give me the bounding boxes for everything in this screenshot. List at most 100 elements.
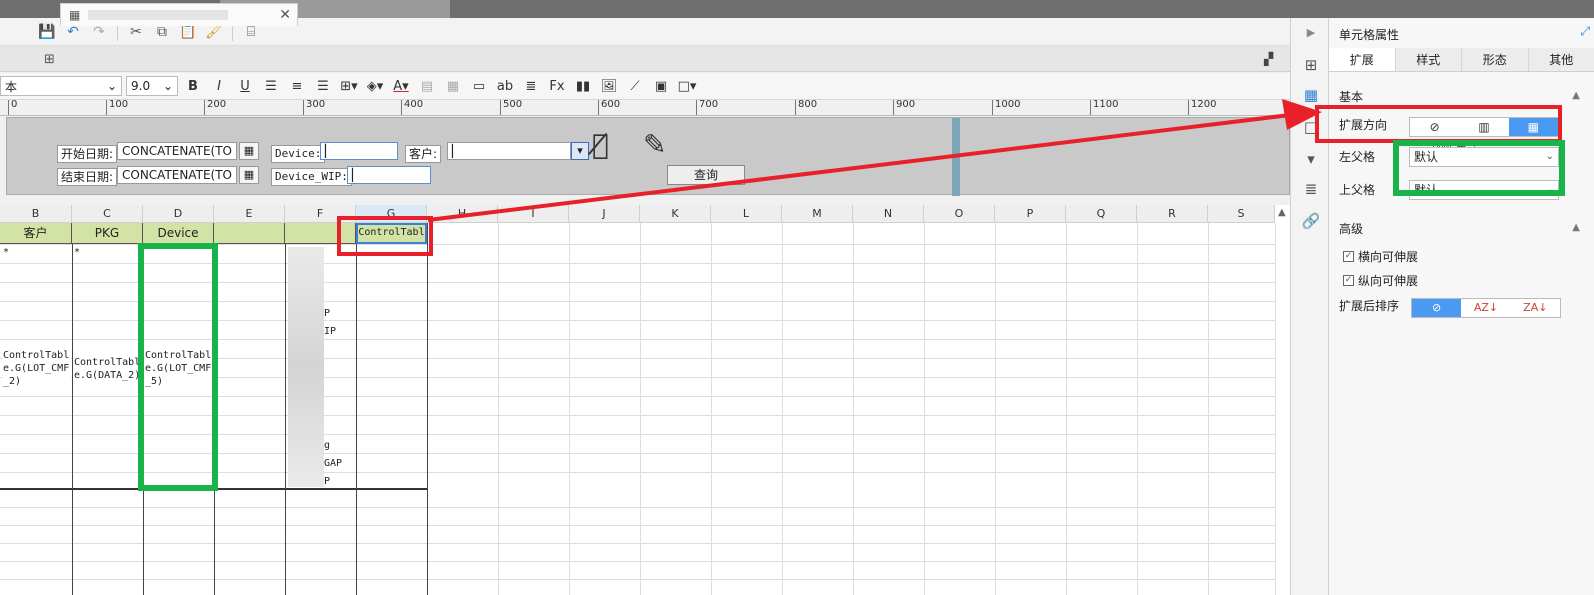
scroll-up-icon[interactable]: ▲ bbox=[1278, 207, 1286, 218]
font-size-select[interactable]: 9.0 ⌄ bbox=[126, 76, 178, 96]
dropdown-arrow-icon[interactable]: ▾ bbox=[571, 142, 589, 160]
ruler-tick: 1100 bbox=[1090, 100, 1118, 115]
column-header[interactable]: C bbox=[72, 205, 143, 223]
query-button[interactable]: 查询 bbox=[667, 165, 745, 185]
customer-field[interactable]: ▏ bbox=[447, 142, 571, 160]
column-header[interactable]: B bbox=[0, 205, 72, 223]
column-header[interactable]: S bbox=[1208, 205, 1275, 223]
grid-line bbox=[782, 223, 783, 595]
calendar-icon[interactable]: ▦ bbox=[239, 142, 259, 160]
cell-c-formula[interactable]: ControlTabl e.G(DATA_2) bbox=[74, 356, 142, 382]
tab-expand[interactable]: 扩展 bbox=[1329, 48, 1396, 71]
column-header[interactable]: R bbox=[1137, 205, 1208, 223]
header-cell-e[interactable] bbox=[214, 223, 285, 244]
vertical-stretch-checkbox[interactable]: ✓ 纵向可伸展 bbox=[1343, 272, 1418, 289]
condition-icon[interactable]: ▾ bbox=[1301, 150, 1321, 170]
column-header[interactable]: D bbox=[143, 205, 214, 223]
more-insert-icon[interactable]: □▾ bbox=[676, 76, 698, 96]
horizontal-stretch-label: 横向可伸展 bbox=[1358, 250, 1419, 264]
header-cell-device[interactable]: Device bbox=[143, 223, 214, 244]
cell-f-fragment: P bbox=[324, 476, 331, 487]
collapse-icon[interactable]: ▞ bbox=[1264, 52, 1273, 66]
font-name-value: 本 bbox=[5, 79, 18, 94]
grid-line bbox=[498, 223, 499, 595]
device-field[interactable]: ▏ bbox=[320, 142, 398, 160]
chart-icon[interactable]: ▮▮ bbox=[572, 76, 594, 96]
tab-report[interactable]: ▦ ✕ bbox=[60, 3, 298, 26]
basic-section-title[interactable]: 基本 bbox=[1339, 88, 1363, 105]
split-cells-icon[interactable]: ▦ bbox=[442, 76, 464, 96]
column-header[interactable]: N bbox=[853, 205, 924, 223]
pencil-icon[interactable]: ✎ bbox=[643, 128, 666, 161]
eye-off-icon[interactable]: 👁̸ bbox=[592, 128, 609, 161]
save-icon[interactable]: 💾 bbox=[36, 21, 58, 43]
tab-form[interactable]: 形态 bbox=[1462, 48, 1529, 71]
hyperlink-icon[interactable]: 🔗 bbox=[1301, 212, 1321, 232]
pin-icon[interactable]: ⤢ bbox=[1580, 24, 1590, 39]
slash-icon[interactable]: ⟋ bbox=[624, 76, 646, 96]
font-color-icon[interactable]: A▾ bbox=[390, 76, 412, 96]
advanced-section-title[interactable]: 高级 bbox=[1339, 220, 1363, 237]
image-icon[interactable]: 🖼 bbox=[598, 76, 620, 96]
fill-color-icon[interactable]: ◈▾ bbox=[364, 76, 386, 96]
column-header[interactable]: J bbox=[569, 205, 640, 223]
ruler-tick: 100 bbox=[106, 100, 128, 115]
header-cell-customer[interactable]: 客户 bbox=[0, 223, 72, 244]
align-right-icon[interactable]: ☰ bbox=[312, 76, 334, 96]
column-header[interactable]: E bbox=[214, 205, 285, 223]
grid-line bbox=[0, 543, 1275, 544]
column-header[interactable]: L bbox=[711, 205, 782, 223]
expand-arrow-icon[interactable]: ▶ bbox=[1301, 26, 1321, 46]
formula-icon[interactable]: Fx bbox=[546, 76, 568, 96]
property-tabs: 扩展 样式 形态 其他 bbox=[1329, 48, 1594, 72]
cell-properties-icon[interactable]: ▦ bbox=[1301, 86, 1321, 106]
grid-line bbox=[924, 223, 925, 595]
underline-button[interactable]: U bbox=[234, 76, 256, 96]
subreport-icon[interactable]: ▣ bbox=[650, 76, 672, 96]
collapse-caret-icon[interactable]: ▲ bbox=[1572, 90, 1580, 101]
layers-icon[interactable]: ≣ bbox=[1301, 180, 1321, 200]
font-name-select[interactable]: 本 ⌄ bbox=[0, 76, 122, 96]
align-left-icon[interactable]: ☰ bbox=[260, 76, 282, 96]
end-date-label: 结束日期: bbox=[57, 168, 118, 186]
column-header[interactable]: K bbox=[640, 205, 711, 223]
grid-icon: ▦ bbox=[69, 8, 81, 22]
merge-cells-icon[interactable]: ▤ bbox=[416, 76, 438, 96]
calendar-icon[interactable]: ▦ bbox=[239, 166, 259, 184]
column-header[interactable]: P bbox=[995, 205, 1066, 223]
template-icon[interactable]: ⊞ bbox=[44, 52, 55, 67]
align-center-icon[interactable]: ≡ bbox=[286, 76, 308, 96]
sort-descending-icon[interactable]: ZA↓ bbox=[1510, 299, 1560, 317]
device-wip-field[interactable]: ▏ bbox=[347, 166, 431, 184]
horizontal-stretch-checkbox[interactable]: ✓ 横向可伸展 bbox=[1343, 248, 1418, 265]
bold-button[interactable]: B bbox=[182, 76, 204, 96]
start-date-field[interactable]: CONCATENATE(TO bbox=[117, 142, 237, 160]
collapse-caret-icon[interactable]: ▲ bbox=[1572, 222, 1580, 233]
expand-marker: * bbox=[74, 247, 81, 258]
annotation-green-box-device bbox=[138, 243, 218, 491]
panel-boundary-line[interactable] bbox=[952, 118, 960, 196]
font-size-value: 9.0 bbox=[131, 79, 151, 93]
no-sort-icon[interactable]: ⊘ bbox=[1412, 299, 1462, 317]
expand-marker: * bbox=[3, 247, 10, 258]
column-header[interactable]: H bbox=[427, 205, 498, 223]
cell-b-formula[interactable]: ControlTabl e.G(LOT_CMF _2) bbox=[3, 349, 71, 388]
column-header[interactable]: I bbox=[498, 205, 569, 223]
panel-title: 单元格属性 bbox=[1339, 28, 1400, 42]
customer-label: 客户: bbox=[405, 145, 442, 163]
text-field-icon[interactable]: ▭ bbox=[468, 76, 490, 96]
column-header[interactable]: O bbox=[924, 205, 995, 223]
header-cell-pkg[interactable]: PKG bbox=[72, 223, 143, 244]
tab-other[interactable]: 其他 bbox=[1528, 48, 1594, 71]
sort-ascending-icon[interactable]: AZ↓ bbox=[1461, 299, 1511, 317]
widget-settings-icon[interactable]: ⊞ bbox=[1301, 56, 1321, 76]
wrap-text-icon[interactable]: ≣ bbox=[520, 76, 542, 96]
italic-button[interactable]: I bbox=[208, 76, 230, 96]
column-header[interactable]: M bbox=[782, 205, 853, 223]
tab-style[interactable]: 样式 bbox=[1395, 48, 1462, 71]
close-icon[interactable]: ✕ bbox=[279, 7, 291, 23]
end-date-field[interactable]: CONCATENATE(TO bbox=[117, 166, 237, 184]
column-header[interactable]: Q bbox=[1066, 205, 1137, 223]
border-icon[interactable]: ⊞▾ bbox=[338, 76, 360, 96]
label-icon[interactable]: ab bbox=[494, 76, 516, 96]
